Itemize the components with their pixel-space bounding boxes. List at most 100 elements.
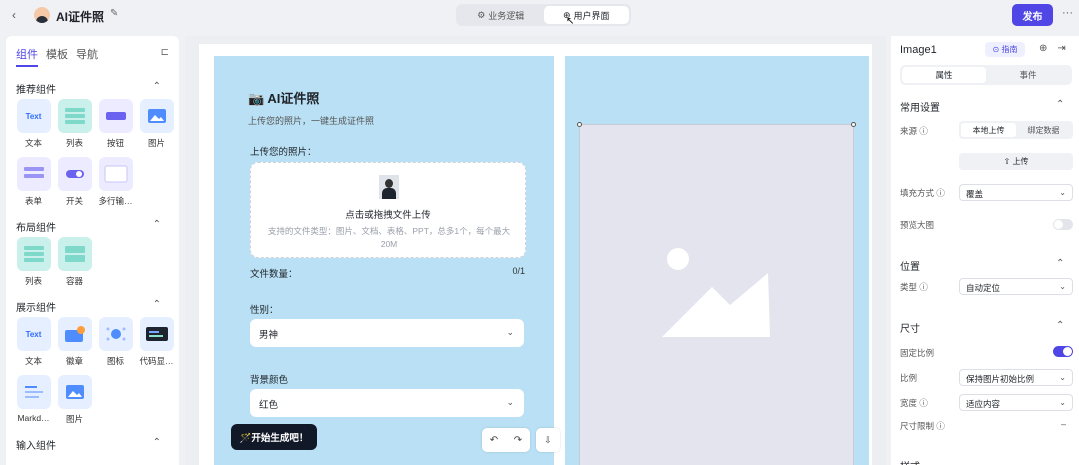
top-bar: ‹ AI证件照 ✎ ⚙ 业务逻辑 ⊕ 用户界面 发布 ··· [0,0,1079,32]
image-placeholder[interactable] [579,124,854,465]
tab-events[interactable]: 事件 [986,67,1070,83]
section-position[interactable]: 位置 ⌃ [900,258,1064,273]
chevron-down-icon: ⌄ [1059,282,1066,291]
section-layout[interactable]: 布局组件 ⌃ [16,219,179,234]
component-panel-tabs: 组件 模板 导航 [6,36,179,67]
section-size[interactable]: 尺寸 ⌃ [900,320,1064,335]
collapse-panel-icon[interactable]: ⊏ [161,47,169,58]
form-column[interactable]: 📷 AI证件照 上传您的照片，一键生成证件照 上传您的照片： 点击或拖拽文件上传… [214,56,554,465]
list-layout-icon [16,237,51,271]
fill-mode-select[interactable]: 覆盖 ⌄ [959,184,1073,201]
chevron-up-icon: ⌃ [152,219,161,230]
source-local-upload[interactable]: 本地上传 [961,123,1016,137]
component-button[interactable]: 按钮 [95,99,136,157]
source-label: 来源 ⓘ [900,126,928,136]
app-avatar [34,7,50,23]
image-icon [139,99,174,133]
component-list-layout[interactable]: 列表 [13,237,54,295]
preview-label: 预览大图 [900,220,935,230]
component-container[interactable]: 容器 [54,237,95,295]
display-grid: Text 文本 徽章 图标 代码显… Markd… 图片 [6,313,179,433]
gender-select[interactable]: 男神 ⌄ [250,319,524,347]
image-placeholder-icon [662,248,770,337]
section-input[interactable]: 输入组件 ⌃ [16,437,179,452]
image-display-icon [57,375,92,409]
tab-navigation[interactable]: 导航 [76,46,98,67]
chevron-up-icon: ⌃ [1056,258,1065,269]
component-code[interactable]: 代码显… [136,317,177,375]
file-upload-area[interactable]: 点击或拖拽文件上传 支持的文件类型：图片、文档、表格、PPT，总多1个，每个最大… [250,162,526,258]
component-switch[interactable]: 开关 [54,157,95,215]
component-form[interactable]: 表单 [13,157,54,215]
text-display-icon: Text [16,317,51,351]
resize-handle[interactable] [577,122,582,127]
section-display[interactable]: 展示组件 ⌃ [16,299,179,314]
ratio-label: 比例 [900,373,918,383]
width-label: 宽度 ⓘ [900,398,928,408]
undo-redo-bar: ↶ ↷ [482,428,530,452]
ratio-select[interactable]: 保持图片初始比例 ⌄ [959,369,1073,386]
export-icon[interactable]: ⇩ [536,428,560,452]
upload-title: 点击或拖拽文件上传 [345,210,431,221]
switch-icon [57,157,92,191]
code-icon [139,317,174,351]
textarea-icon [98,157,133,191]
expand-icon[interactable]: ⇥ [1057,43,1075,54]
component-text[interactable]: Text 文本 [13,99,54,157]
component-icon[interactable]: 图标 [95,317,136,375]
width-select[interactable]: 适应内容 ⌄ [959,394,1073,411]
back-icon[interactable]: ‹ [12,8,16,22]
upload-button[interactable]: ⇧ 上传 [959,153,1073,170]
tab-templates[interactable]: 模板 [46,46,68,67]
badge-icon [57,317,92,351]
tab-business-logic[interactable]: ⚙ 业务逻辑 [458,6,544,24]
page-title: 📷 AI证件照 [248,91,320,106]
mode-switch: ⚙ 业务逻辑 ⊕ 用户界面 [456,4,631,26]
chevron-up-icon: ⌃ [152,437,161,448]
background-color-select[interactable]: 红色 ⌄ [250,389,524,417]
component-image[interactable]: 图片 [136,99,177,157]
chevron-up-icon: ⌃ [152,299,161,310]
source-bind-data[interactable]: 绑定数据 [1016,123,1071,137]
tab-components[interactable]: 组件 [16,46,38,67]
component-badge[interactable]: 徽章 [54,317,95,375]
panel-actions: ⊕⇥ [1039,43,1076,54]
chevron-down-icon: ⌄ [506,327,514,337]
undo-icon[interactable]: ↶ [490,435,498,446]
more-icon[interactable]: ··· [1062,7,1073,19]
position-type-label: 类型 ⓘ [900,282,928,292]
target-icon[interactable]: ⊕ [1039,43,1057,54]
section-recommended[interactable]: 推荐组件 ⌃ [16,81,179,96]
button-icon [98,99,133,133]
background-color-label: 背景颜色 [250,375,289,386]
position-type-select[interactable]: 自动定位 ⌄ [959,278,1073,295]
component-markdown[interactable]: Markd… [13,375,54,433]
chevron-down-icon: ⌄ [1059,398,1066,407]
icon-component-icon [98,317,133,351]
tab-user-interface[interactable]: ⊕ 用户界面 [543,6,629,24]
app-title: AI证件照 [56,10,105,24]
upload-hint: 支持的文件类型：图片、文档、表格、PPT，总多1个，每个最大 20M [267,226,511,249]
component-list[interactable]: 列表 [54,99,95,157]
size-limit-label: 尺寸限制 ⓘ [900,421,945,431]
layout-grid: 列表 容器 [6,233,179,295]
list-icon [57,99,92,133]
section-common-settings[interactable]: 常用设置 ⌃ [900,99,1064,114]
edit-icon[interactable]: ✎ [110,8,118,19]
chevron-up-icon: ⌃ [1056,99,1065,110]
guide-tag[interactable]: ⊙ 指南 [985,42,1025,57]
component-panel: 组件 模板 导航 ⊏ 推荐组件 ⌃ Text 文本 列表 按钮 图片 表单 开关 多… [6,36,179,465]
component-image-display[interactable]: 图片 [54,375,95,433]
component-textarea[interactable]: 多行输… [95,157,136,215]
generate-button[interactable]: 🪄开始生成吧！ [231,424,317,450]
redo-icon[interactable]: ↷ [514,435,522,446]
publish-button[interactable]: 发布 [1012,4,1053,26]
resize-handle[interactable] [851,122,856,127]
section-style[interactable]: 样式 [900,458,920,465]
preview-toggle[interactable] [1053,219,1073,230]
fixed-ratio-toggle[interactable] [1053,346,1073,357]
tab-properties[interactable]: 属性 [902,67,986,83]
component-text-display[interactable]: Text 文本 [13,317,54,375]
size-limit-value[interactable]: – [1061,419,1066,429]
text-icon: Text [16,99,51,133]
